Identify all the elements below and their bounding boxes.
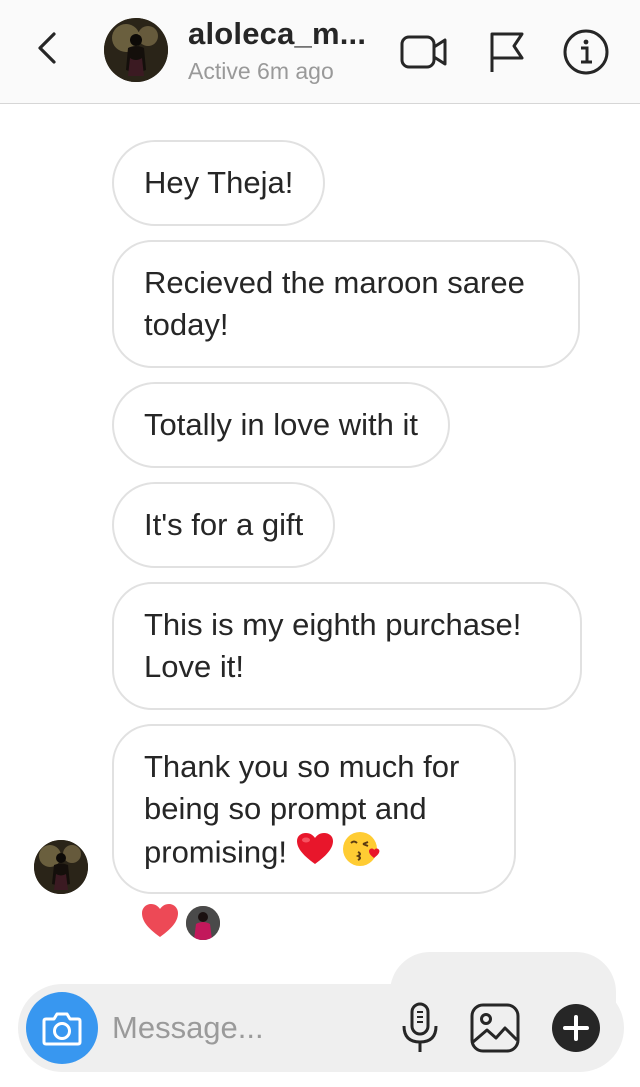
video-camera-icon <box>400 35 447 69</box>
activity-status: Active 6m ago <box>188 58 334 84</box>
username[interactable]: aloleca_m... <box>188 16 366 52</box>
camera-icon <box>42 1012 82 1046</box>
avatar[interactable] <box>104 18 168 82</box>
chevron-left-icon <box>38 32 56 64</box>
message-bubble[interactable]: Thank you so much for being so prompt an… <box>112 724 516 894</box>
microphone-icon <box>402 1002 438 1052</box>
message-bubble[interactable]: Recieved the maroon saree today! <box>112 240 580 368</box>
more-actions-button[interactable] <box>552 1004 600 1052</box>
message-input[interactable] <box>112 1008 382 1048</box>
heart-reaction-icon <box>142 904 178 937</box>
reactor-avatar <box>184 904 222 942</box>
video-call-button[interactable] <box>398 26 450 78</box>
gallery-button[interactable] <box>468 1002 524 1054</box>
message-bubble[interactable]: It's for a gift <box>112 482 336 568</box>
back-button[interactable] <box>30 28 70 68</box>
chat-header: aloleca_m... Active 6m ago <box>0 0 640 104</box>
plus-icon <box>563 1015 589 1041</box>
message-bubble[interactable]: This is my eighth purchase! Love it! <box>112 582 582 710</box>
sender-avatar[interactable] <box>34 840 88 894</box>
flag-icon <box>490 32 524 72</box>
voice-message-button[interactable] <box>396 1002 444 1054</box>
kiss-emoji-icon <box>342 830 382 879</box>
message-composer <box>18 984 624 1072</box>
report-button[interactable] <box>482 26 534 78</box>
info-button[interactable] <box>560 26 612 78</box>
info-icon <box>563 29 609 75</box>
message-bubble[interactable]: Totally in love with it <box>112 382 450 468</box>
message-bubble[interactable]: Hey Theja! <box>112 140 326 226</box>
gallery-icon <box>470 1003 520 1053</box>
heart-emoji-icon <box>296 832 334 877</box>
camera-button[interactable] <box>26 992 98 1064</box>
